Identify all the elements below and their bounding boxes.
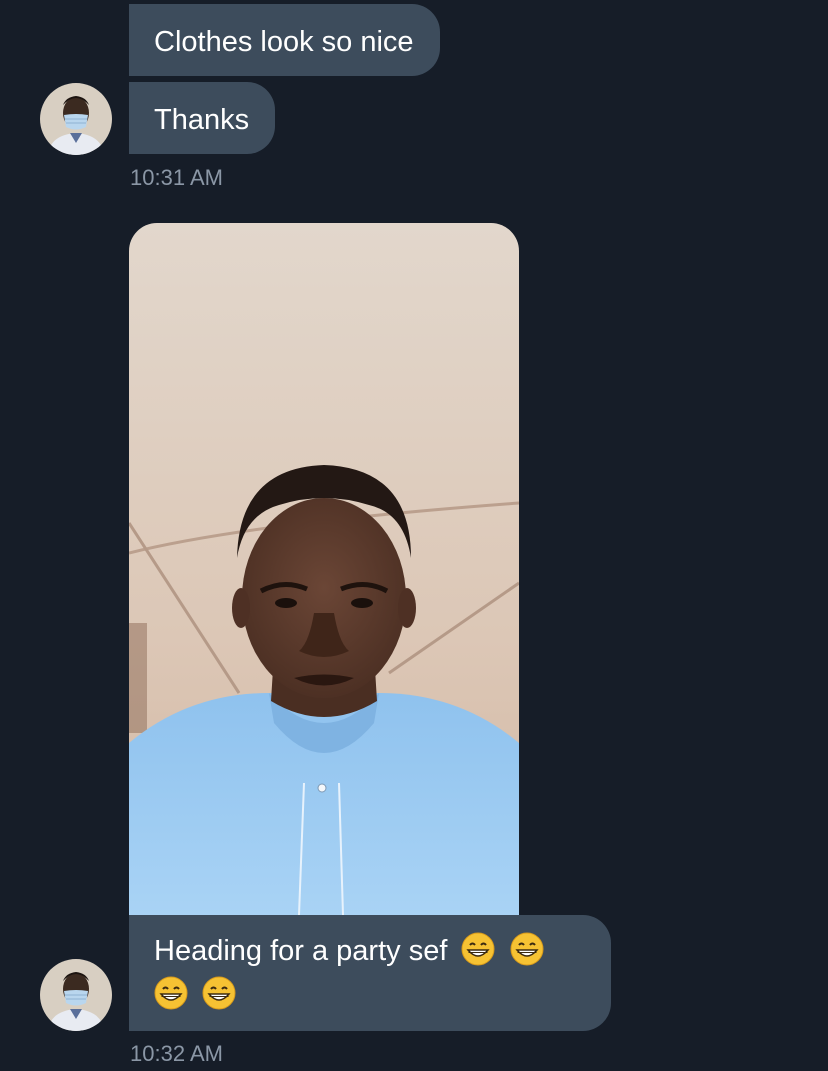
message-text: Thanks — [154, 104, 250, 136]
message-text: Heading for a party sef — [154, 935, 448, 967]
avatar[interactable] — [40, 83, 112, 155]
message-bubble[interactable]: Thanks — [129, 82, 276, 154]
selfie-image — [129, 223, 519, 915]
message-text: Clothes look so nice — [154, 26, 414, 58]
grinning-face-icon — [154, 976, 188, 1010]
message-bubble[interactable]: Heading for a party sef — [129, 915, 611, 1031]
avatar-photo — [40, 83, 112, 155]
avatar[interactable] — [40, 959, 112, 1031]
grinning-face-icon — [461, 932, 495, 966]
avatar-photo — [40, 959, 112, 1031]
message-timestamp: 10:31 AM — [130, 165, 223, 190]
grinning-face-icon — [202, 976, 236, 1010]
message-photo[interactable] — [129, 223, 519, 915]
message-bubble[interactable]: Clothes look so nice — [129, 4, 440, 76]
grinning-face-icon — [510, 932, 544, 966]
message-timestamp: 10:32 AM — [130, 1041, 223, 1066]
chat-thread: Clothes look so nice Thanks 10:31 AM Hea… — [0, 0, 828, 1071]
